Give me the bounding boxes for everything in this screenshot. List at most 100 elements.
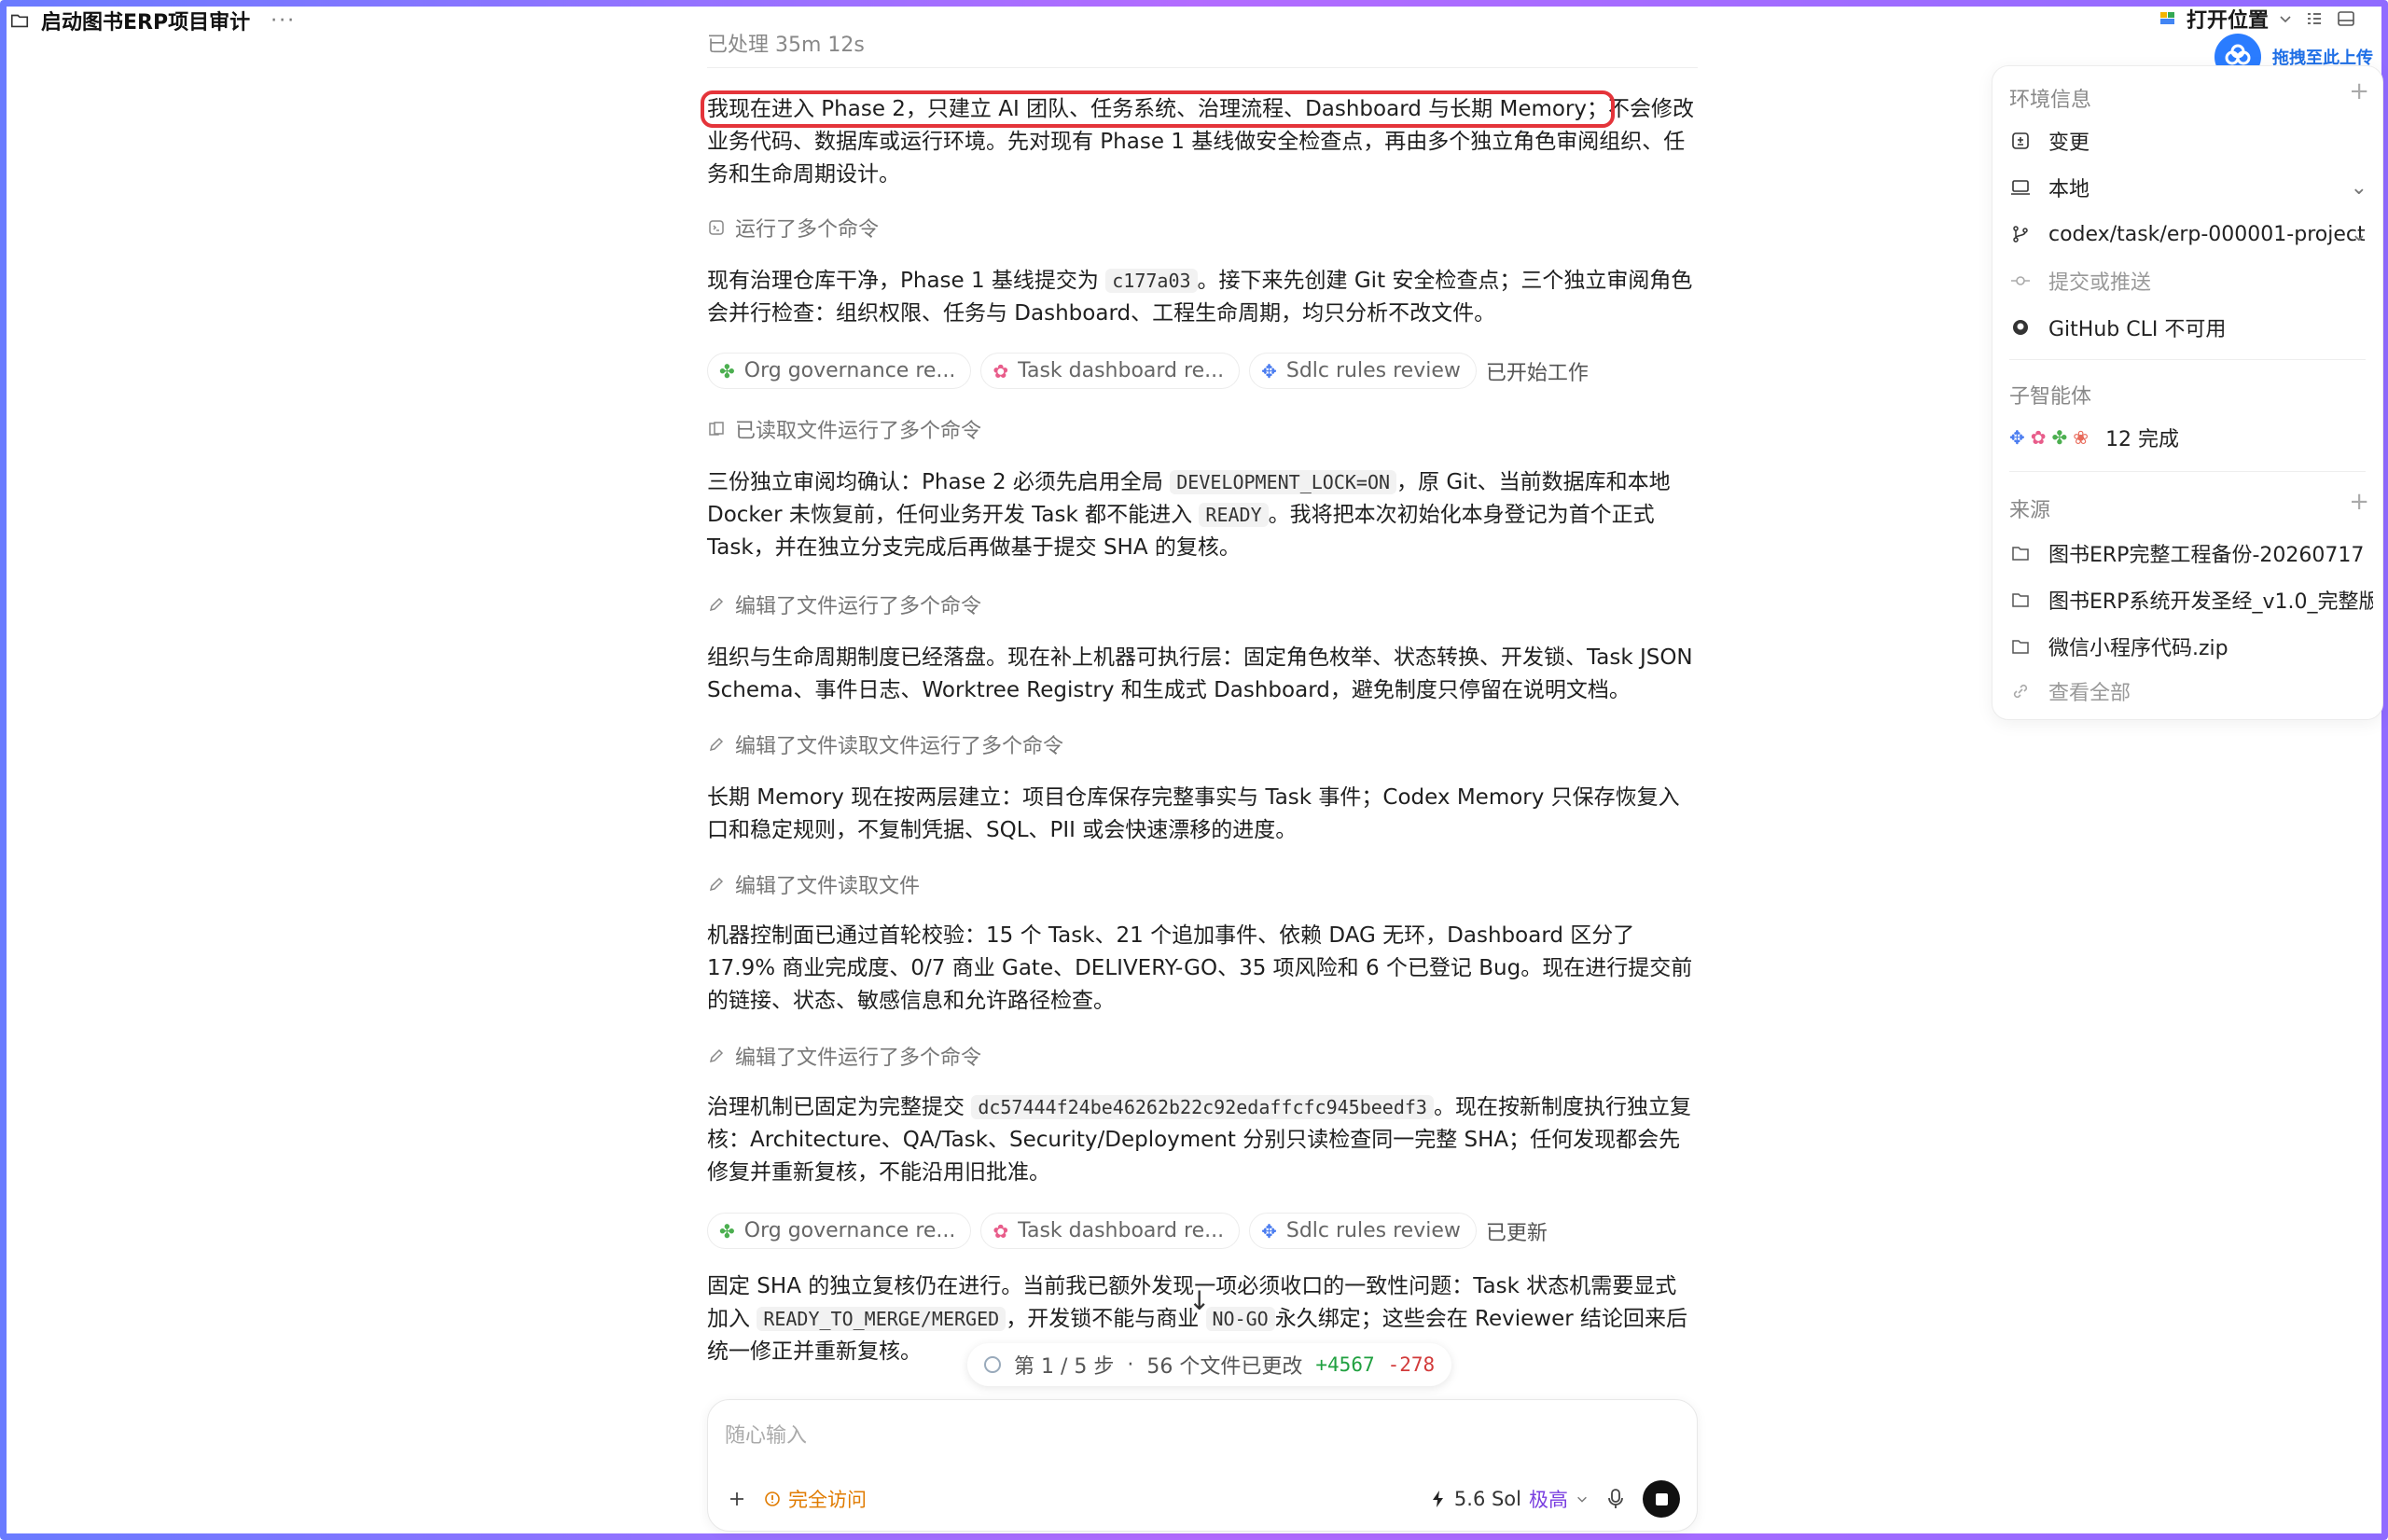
chevron-down-icon [2280, 16, 2291, 23]
chip-label: Org governance re... [743, 359, 956, 382]
paragraph-text: 治理机制已固定为完整提交 [707, 1095, 965, 1119]
chevron-down-icon [1577, 1496, 1587, 1503]
clover-icon: ✤ [719, 1219, 735, 1242]
chip-label: Sdlc rules review [1285, 359, 1461, 382]
message-input[interactable]: 随心输入 [725, 1419, 807, 1449]
butterfly-icon: ❀ [2073, 426, 2090, 449]
action-summary[interactable]: 编辑了文件运行了多个命令 [707, 590, 981, 619]
action-label: 编辑了文件运行了多个命令 [735, 1047, 982, 1070]
inline-code: NO-GO [1205, 1307, 1275, 1331]
progress-pill[interactable]: 第 1 / 5 步 · 56 个文件已更改 +4567 -278 [967, 1343, 1452, 1386]
git-branch-icon [2009, 223, 2032, 245]
folder-icon [2009, 589, 2032, 611]
local-label: 本地 [2048, 178, 2090, 201]
source-name: 图书ERP系统开发圣经_v1.0_完整版 [2048, 590, 2373, 614]
paragraph-text: 现有治理仓库干净，Phase 1 基线提交为 [707, 269, 1099, 293]
action-summary[interactable]: 编辑了文件运行了多个命令 [707, 1041, 981, 1071]
divider [2009, 359, 2366, 360]
flower-icon: ✿ [993, 1219, 1009, 1242]
effort-level: 极高 [1529, 1489, 1568, 1511]
action-label: 已读取文件运行了多个命令 [735, 420, 982, 443]
microphone-icon[interactable] [1605, 1488, 1626, 1510]
source-item[interactable]: 图书ERP系统开发圣经_v1.0_完整版 [2009, 581, 2373, 618]
lines-added: +4567 [1315, 1353, 1375, 1376]
open-location-button[interactable]: 打开位置 [2159, 4, 2293, 34]
changes-row[interactable]: 变更 [2009, 122, 2373, 160]
source-item[interactable]: 图书ERP完整工程备份-20260717 [2009, 534, 2373, 572]
message-paragraph: 三份独立审阅均确认：Phase 2 必须先启用全局 DEVELOPMENT_LO… [707, 466, 1698, 564]
subagents-row[interactable]: ✥ ✿ ✤ ❀ 12 完成 [2009, 419, 2373, 456]
list-view-icon[interactable] [2304, 8, 2325, 29]
subagent-chip-sdlc[interactable]: ✥ Sdlc rules review [1249, 353, 1477, 389]
diff-icon [2009, 130, 2032, 152]
local-row[interactable]: 本地 ⌄ [2009, 169, 2373, 206]
subagent-icons: ✥ ✿ ✤ ❀ [2009, 426, 2089, 449]
folder-icon [2009, 542, 2032, 564]
clover-icon: ✤ [719, 359, 735, 382]
processed-time: 已处理 35m 12s [707, 34, 865, 57]
action-summary[interactable]: 编辑了文件读取文件 [707, 869, 920, 899]
composer-toolbar: 完全访问 5.6 Sol 极高 [727, 1480, 1680, 1518]
github-cli-row: GitHub CLI 不可用 [2009, 309, 2373, 346]
subagent-row: ✤ Org governance re... ✿ Task dashboard re… [707, 1213, 1548, 1249]
environment-panel: 环境信息 + 变更 本地 ⌄ codex/task/erp-000001-pro… [1992, 65, 2383, 720]
composer: 随心输入 完全访问 5.6 Sol 极高 [707, 1399, 1698, 1532]
title-bar: 启动图书ERP项目审计 ··· [9, 4, 296, 37]
subagent-status: 已开始工作 [1485, 361, 1589, 385]
branch-row[interactable]: codex/task/erp-000001-project-init ⌄ [2009, 215, 2373, 253]
access-mode-button[interactable]: 完全访问 [764, 1485, 867, 1513]
action-label: 编辑了文件读取文件 [735, 875, 921, 898]
stop-button[interactable] [1643, 1480, 1680, 1518]
env-section-title: 环境信息 [2009, 89, 2092, 112]
divider [707, 67, 1698, 68]
folder-icon [10, 14, 29, 28]
add-env-icon[interactable]: + [2349, 77, 2369, 105]
pencil-icon [707, 735, 726, 754]
subagent-chip-task[interactable]: ✿ Task dashboard re... [980, 1213, 1241, 1249]
subagent-chip-task[interactable]: ✿ Task dashboard re... [980, 353, 1241, 389]
scroll-down-arrow-icon[interactable]: ↓ [1188, 1285, 1210, 1316]
paragraph-text: ，开发锁不能与商业 [1006, 1307, 1200, 1331]
model-name: 5.6 Sol [1453, 1488, 1521, 1510]
flower-icon: ✿ [2030, 426, 2047, 449]
source-name: 图书ERP完整工程备份-20260717 [2048, 544, 2365, 567]
panel-toggle-icon[interactable] [2336, 8, 2356, 29]
inline-code: READY_TO_MERGE/MERGED [757, 1307, 1007, 1331]
sources-section-title: 来源 [2009, 499, 2051, 522]
action-label: 编辑了文件读取文件运行了多个命令 [735, 735, 1064, 758]
laptop-icon [2009, 176, 2032, 199]
step-indicator: 第 1 / 5 步 [1014, 1355, 1115, 1379]
files-changed: 56 个文件已更改 [1146, 1355, 1303, 1379]
subagent-chip-org[interactable]: ✤ Org governance re... [707, 353, 972, 389]
branch-name: codex/task/erp-000001-project-init [2048, 222, 2366, 246]
commit-push-row[interactable]: 提交或推送 [2009, 262, 2373, 299]
add-source-icon[interactable]: + [2349, 488, 2369, 516]
action-summary[interactable]: 运行了多个命令 [707, 213, 879, 243]
chip-label: Task dashboard re... [1018, 359, 1225, 382]
more-menu-button[interactable]: ··· [271, 9, 296, 33]
source-name: 微信小程序代码.zip [2048, 637, 2228, 660]
message-paragraph: 组织与生命周期制度已经落盘。现在补上机器可执行层：固定角色枚举、状态转换、开发锁… [707, 645, 1693, 702]
divider [2009, 471, 2366, 472]
action-summary[interactable]: 编辑了文件读取文件运行了多个命令 [707, 729, 1063, 759]
message-paragraph: 现有治理仓库干净，Phase 1 基线提交为 c177a03 。接下来先创建 Gi… [707, 265, 1698, 330]
paragraph-text: 三份独立审阅均确认：Phase 2 必须先启用全局 [707, 470, 1163, 494]
subagent-chip-sdlc[interactable]: ✥ Sdlc rules review [1249, 1213, 1477, 1249]
clover-icon: ✤ [2051, 426, 2068, 449]
highlighted-text: 我现在进入 Phase 2，只建立 AI 团队、任务系统、治理流程、Dashbo… [700, 90, 1616, 128]
view-all-sources[interactable]: 查看全部 [2009, 673, 2373, 710]
inline-code: READY [1199, 503, 1269, 527]
subagents-status: 12 完成 [2105, 428, 2180, 451]
subagents-section-title: 子智能体 [2009, 385, 2092, 409]
model-selector[interactable]: 5.6 Sol 极高 [1430, 1485, 1589, 1513]
chevron-down-icon: ⌄ [2350, 222, 2367, 246]
commit-sha: dc57444f24be46262b22c92edaffcfc945beedf3 [971, 1095, 1434, 1119]
message-paragraph: 长期 Memory 现在按两层建立：项目仓库保存完整事实与 Task 事件；Co… [707, 785, 1680, 842]
add-icon[interactable] [727, 1489, 747, 1509]
action-summary[interactable]: 已读取文件运行了多个命令 [707, 414, 981, 444]
stop-icon [1655, 1492, 1668, 1505]
commit-hash: c177a03 [1105, 269, 1198, 293]
chip-label: Org governance re... [743, 1219, 956, 1242]
subagent-chip-org[interactable]: ✤ Org governance re... [707, 1213, 972, 1249]
source-item[interactable]: 微信小程序代码.zip [2009, 628, 2373, 665]
